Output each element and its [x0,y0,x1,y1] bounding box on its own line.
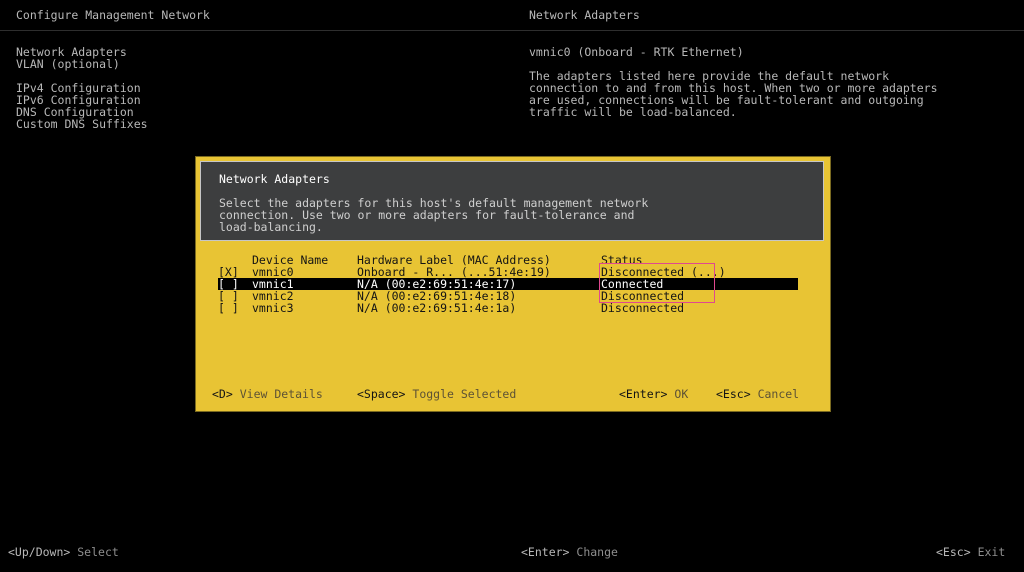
adapter-name: vmnic3 [252,301,294,315]
panel-title: Network Adapters [529,8,640,22]
details-label: View Details [239,387,323,401]
toggle-selected-hint[interactable]: <Space> Toggle Selected [357,388,516,400]
exit-label: Exit [977,545,1006,559]
dialog-header: Network Adapters Select the adapters for… [200,161,824,241]
cancel-button[interactable]: <Esc> Cancel [716,388,799,400]
window-title: Configure Management Network [16,8,210,22]
dialog-title: Network Adapters [219,172,330,186]
menu-item-vlan[interactable]: VLAN (optional) [16,58,148,70]
exit-key: <Esc> [936,545,971,559]
select-hint[interactable]: <Up/Down> Select [8,546,119,558]
details-key: <D> [212,387,233,401]
status-highlight-box [599,263,715,303]
exit-hint[interactable]: <Esc> Exit [936,546,1005,558]
cancel-label: Cancel [757,387,800,401]
adapter-mac: N/A (00:e2:69:51:4e:1a) [357,301,517,315]
change-label: Change [576,545,618,559]
ok-label: OK [674,387,689,401]
ok-button[interactable]: <Enter> OK [619,388,688,400]
info-description: The adapters listed here provide the def… [529,70,938,118]
view-details-hint[interactable]: <D> View Details [212,388,323,400]
toggle-label: Toggle Selected [412,387,517,401]
change-hint[interactable]: <Enter> Change [521,546,618,558]
select-label: Select [77,545,119,559]
config-menu: Network Adapters VLAN (optional) IPv4 Co… [16,46,148,130]
header-divider [0,30,1024,31]
adapter-status: Disconnected [601,301,685,315]
info-panel: vmnic0 (Onboard - RTK Ethernet) The adap… [529,46,938,118]
info-title: vmnic0 (Onboard - RTK Ethernet) [529,45,744,59]
adapter-row-vmnic3[interactable]: [ ] vmnic3 N/A (00:e2:69:51:4e:1a) Disco… [218,302,798,314]
adapter-checkbox[interactable]: [ ] [218,302,239,314]
ok-key: <Enter> [619,387,668,401]
toggle-key: <Space> [357,387,406,401]
select-key: <Up/Down> [8,545,71,559]
network-adapters-dialog: Network Adapters Select the adapters for… [196,157,830,411]
change-key: <Enter> [521,545,570,559]
dialog-desc-line: load-balancing. [219,220,323,234]
menu-item-dns-suffixes[interactable]: Custom DNS Suffixes [16,118,148,130]
info-line: traffic will be load-balanced. [529,105,737,119]
dialog-description: Select the adapters for this host's defa… [219,197,648,233]
cancel-key: <Esc> [716,387,751,401]
